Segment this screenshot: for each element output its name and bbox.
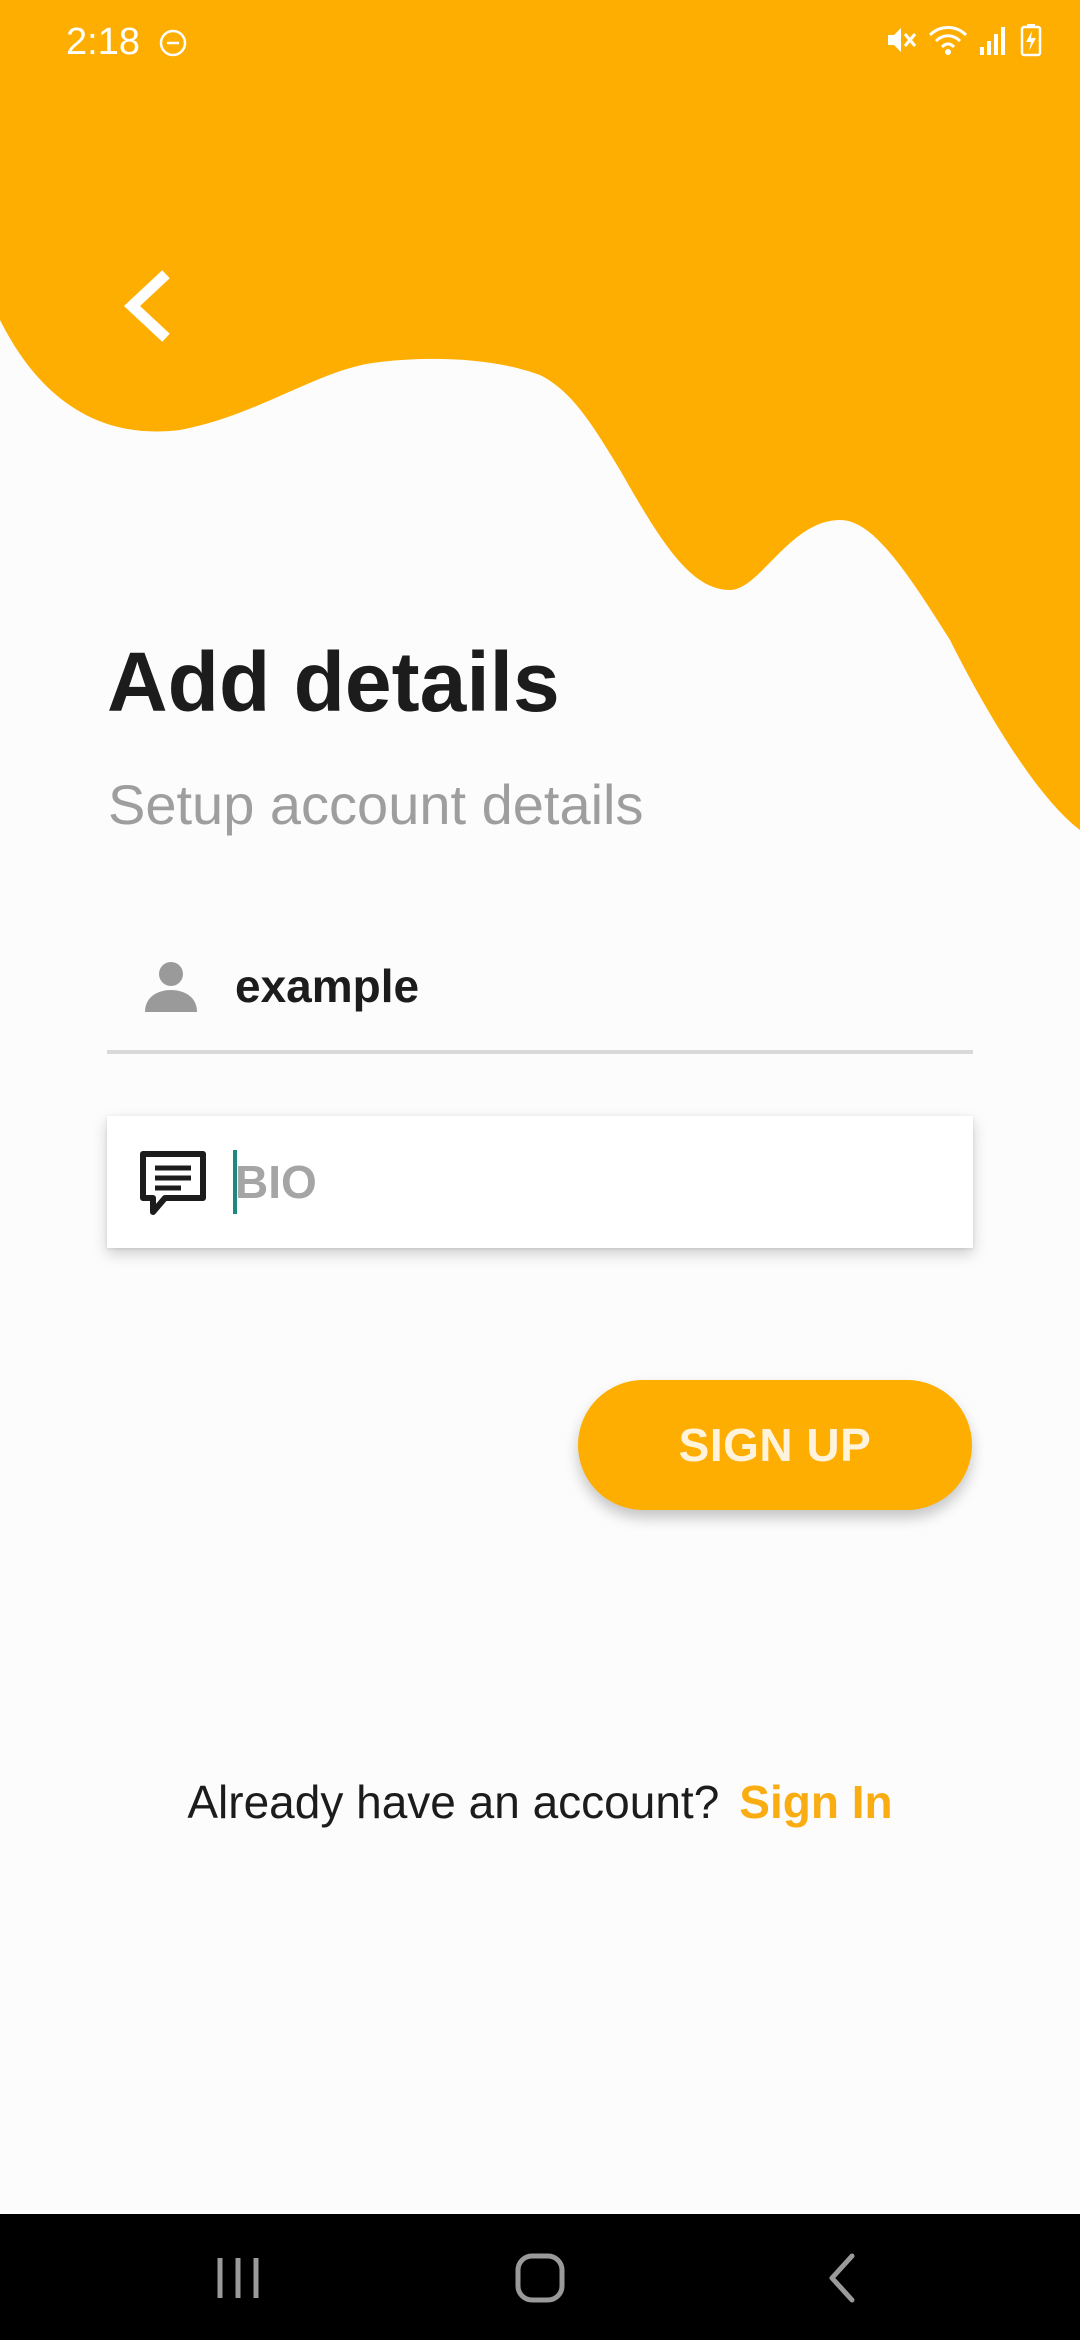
text-cursor (233, 1150, 237, 1214)
back-button[interactable] (108, 266, 188, 346)
username-field[interactable] (107, 940, 973, 1054)
mute-icon (884, 23, 918, 62)
status-bar: 2:18 (0, 0, 1080, 84)
recent-apps-icon[interactable] (202, 2242, 274, 2314)
signin-question: Already have an account? (187, 1776, 720, 1828)
bio-input[interactable] (235, 1152, 935, 1212)
signup-button[interactable]: SIGN UP (578, 1380, 972, 1510)
page-title: Add details (107, 635, 560, 729)
chevron-left-icon (123, 270, 170, 342)
wifi-icon (928, 23, 968, 62)
bio-field[interactable] (107, 1116, 973, 1248)
person-icon (145, 962, 197, 1012)
status-icons (884, 22, 1042, 62)
system-nav-bar (0, 2214, 1080, 2340)
status-time: 2:18 (66, 21, 140, 63)
username-input[interactable] (235, 956, 935, 1016)
signin-prompt: Already have an account? Sign In (0, 1772, 1080, 1832)
page-subtitle: Setup account details (108, 773, 644, 836)
back-icon[interactable] (808, 2242, 880, 2314)
signin-link[interactable]: Sign In (739, 1776, 892, 1828)
home-icon[interactable] (504, 2242, 576, 2314)
signal-icon (978, 23, 1010, 62)
battery-charging-icon (1020, 23, 1042, 62)
add-details-screen: 2:18 Add details Setup account details e… (0, 0, 1080, 2340)
do-not-disturb-icon (159, 29, 187, 57)
comment-icon (140, 1151, 206, 1215)
